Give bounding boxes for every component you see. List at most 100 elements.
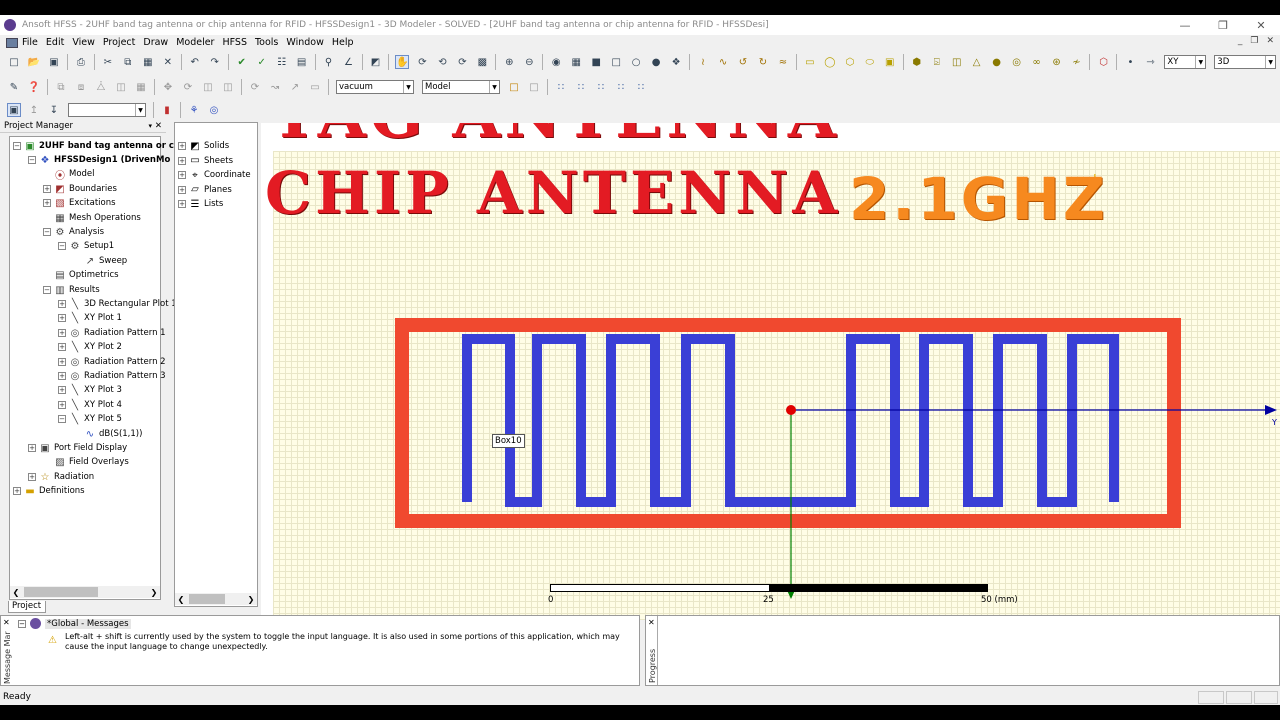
coordinate-system-icon[interactable]: ⇾ bbox=[1143, 55, 1157, 69]
fields-plot-icon[interactable]: ⚘ bbox=[187, 103, 201, 117]
analyze-icon[interactable]: ✓ bbox=[255, 55, 269, 69]
draw-torus-icon[interactable]: ◎ bbox=[1010, 55, 1024, 69]
menu-view[interactable]: View bbox=[72, 37, 101, 48]
draw-arc2-icon[interactable]: ↻ bbox=[756, 55, 770, 69]
expand-icon[interactable]: + bbox=[43, 199, 51, 207]
minimize-button[interactable]: — bbox=[1166, 15, 1204, 35]
cut-icon[interactable]: ✂ bbox=[101, 55, 115, 69]
tree-item[interactable]: + ☆ Radiation bbox=[28, 470, 94, 484]
expand-icon[interactable]: + bbox=[58, 343, 66, 351]
expand-icon[interactable]: + bbox=[178, 185, 186, 194]
draw-bondwire-icon[interactable]: ≁ bbox=[1070, 55, 1084, 69]
scroll-right-icon[interactable]: ❯ bbox=[148, 588, 160, 597]
print-icon[interactable]: ⎙ bbox=[74, 55, 88, 69]
close-icon[interactable]: ✕ bbox=[155, 121, 162, 131]
menu-project[interactable]: Project bbox=[103, 37, 142, 48]
tree-item[interactable]: + ╲ XY Plot 2 bbox=[58, 340, 122, 354]
scroll-right-icon[interactable]: ❯ bbox=[245, 595, 257, 604]
expand-icon[interactable]: + bbox=[28, 444, 36, 452]
model-tree-item[interactable]: + ☰ Lists bbox=[178, 197, 223, 211]
expand-icon[interactable]: + bbox=[58, 358, 66, 366]
draw-spiral-icon[interactable]: ⊛ bbox=[1050, 55, 1064, 69]
report-icon[interactable]: ▮ bbox=[160, 103, 174, 117]
mdi-minimize-button[interactable]: _ bbox=[1238, 36, 1243, 46]
project-tree-scrollbar[interactable]: ❮ ❯ bbox=[10, 586, 160, 598]
expand-icon[interactable]: + bbox=[58, 372, 66, 380]
draw-helix-icon[interactable]: ∞ bbox=[1030, 55, 1044, 69]
edge-select-icon[interactable]: □ bbox=[527, 80, 541, 94]
tree-item[interactable]: + ◎ Radiation Pattern 2 bbox=[58, 355, 166, 369]
radiation-plot-icon[interactable]: ◎ bbox=[207, 103, 221, 117]
draw-arc-icon[interactable]: ↺ bbox=[736, 55, 750, 69]
measure-icon[interactable]: ∠ bbox=[342, 55, 356, 69]
duplicate-icon[interactable]: ◫ bbox=[221, 80, 235, 94]
menu-file[interactable]: File bbox=[22, 37, 44, 48]
tree-item[interactable]: + ▬ Definitions bbox=[13, 484, 85, 498]
model-tree-item[interactable]: + ⌖ Coordinate bbox=[178, 168, 251, 182]
tree-item[interactable]: − ⚙ Analysis bbox=[43, 225, 104, 239]
draw-circle-icon[interactable]: ◯ bbox=[823, 55, 837, 69]
expand-icon[interactable]: + bbox=[28, 473, 36, 481]
unite-icon[interactable]: ⧉ bbox=[54, 80, 68, 94]
validate-icon[interactable]: ✔ bbox=[235, 55, 249, 69]
tree-item[interactable]: + ╲ XY Plot 1 bbox=[58, 311, 122, 325]
results-toolbar-icon[interactable]: ☷ bbox=[275, 55, 289, 69]
expand-icon[interactable]: + bbox=[58, 386, 66, 394]
rotate-icon[interactable]: ⟳ bbox=[415, 55, 429, 69]
menu-draw[interactable]: Draw bbox=[143, 37, 174, 48]
scroll-left-icon[interactable]: ❮ bbox=[10, 588, 22, 597]
draw-ellipse-icon[interactable]: ⬭ bbox=[863, 55, 877, 69]
copy-icon[interactable]: ⧉ bbox=[121, 55, 135, 69]
mdi-close-button[interactable]: ✕ bbox=[1266, 36, 1274, 46]
view-icon[interactable]: ◉ bbox=[549, 55, 563, 69]
draw-spline-icon[interactable]: ∿ bbox=[716, 55, 730, 69]
close-icon[interactable]: ✕ bbox=[3, 618, 10, 627]
draw-cone-icon[interactable]: △ bbox=[970, 55, 984, 69]
show-icon[interactable]: ● bbox=[649, 55, 663, 69]
model-tree-item[interactable]: + ◩ Solids bbox=[178, 139, 229, 153]
tree-item[interactable]: ⦿ Model bbox=[43, 167, 95, 182]
menu-help[interactable]: Help bbox=[332, 37, 360, 48]
subtract-icon[interactable]: ⧈ bbox=[74, 80, 88, 94]
tab-progress[interactable]: Progress bbox=[648, 638, 657, 683]
mirror-icon[interactable]: ◫ bbox=[201, 80, 215, 94]
expand-icon[interactable]: + bbox=[178, 200, 186, 208]
model-tree-item[interactable]: + ▱ Planes bbox=[178, 183, 232, 197]
expand-icon[interactable]: + bbox=[178, 142, 186, 150]
snap-edge-icon[interactable]: ∷ bbox=[594, 80, 608, 94]
expand-icon[interactable]: + bbox=[58, 314, 66, 322]
tab-message-manager[interactable]: Message Mar bbox=[3, 626, 12, 684]
sweep-along-icon[interactable]: ↝ bbox=[268, 80, 282, 94]
expand-icon[interactable]: + bbox=[58, 300, 66, 308]
messages-header[interactable]: *Global - Messages bbox=[45, 618, 131, 629]
draw-rectangle-icon[interactable]: ▭ bbox=[803, 55, 817, 69]
grid-icon[interactable]: ▦ bbox=[569, 55, 583, 69]
tree-item[interactable]: + ▣ Port Field Display bbox=[28, 441, 127, 455]
material-select[interactable]: vacuum ▼ bbox=[336, 80, 414, 94]
hide-icon[interactable]: ○ bbox=[629, 55, 643, 69]
zoom-icon[interactable]: ⚲ bbox=[322, 55, 336, 69]
shading-icon[interactable]: ■ bbox=[589, 55, 603, 69]
zoom-out-icon[interactable]: ⊖ bbox=[522, 55, 536, 69]
tab-project[interactable]: Project bbox=[8, 601, 46, 613]
fit-icon[interactable]: ▩ bbox=[475, 55, 489, 69]
snap-vertex-icon[interactable]: ∷ bbox=[574, 80, 588, 94]
model-select[interactable]: Model ▼ bbox=[422, 80, 500, 94]
draw-line-icon[interactable]: ≀ bbox=[696, 55, 710, 69]
draw-sphere-icon[interactable]: ● bbox=[990, 55, 1004, 69]
point-icon[interactable]: • bbox=[1123, 55, 1137, 69]
menu-hfss[interactable]: HFSS bbox=[222, 37, 253, 48]
tree-item[interactable]: ▦ Mesh Operations bbox=[43, 211, 141, 225]
menu-modeler[interactable]: Modeler bbox=[176, 37, 220, 48]
fields-icon[interactable]: ▤ bbox=[295, 55, 309, 69]
menu-window[interactable]: Window bbox=[286, 37, 329, 48]
render-icon[interactable]: ❖ bbox=[669, 55, 683, 69]
zoom-in-icon[interactable]: ⊕ bbox=[502, 55, 516, 69]
scroll-thumb[interactable] bbox=[24, 587, 98, 597]
collapse-icon[interactable]: − bbox=[58, 242, 66, 250]
tree-item[interactable]: − ▣ 2UHF band tag antenna or c bbox=[13, 139, 174, 153]
menu-edit[interactable]: Edit bbox=[46, 37, 70, 48]
tree-item[interactable]: − ╲ XY Plot 5 bbox=[58, 412, 122, 426]
tree-item[interactable]: − ⚙ Setup1 bbox=[58, 239, 114, 253]
snapshot-icon[interactable]: ◩ bbox=[369, 55, 383, 69]
